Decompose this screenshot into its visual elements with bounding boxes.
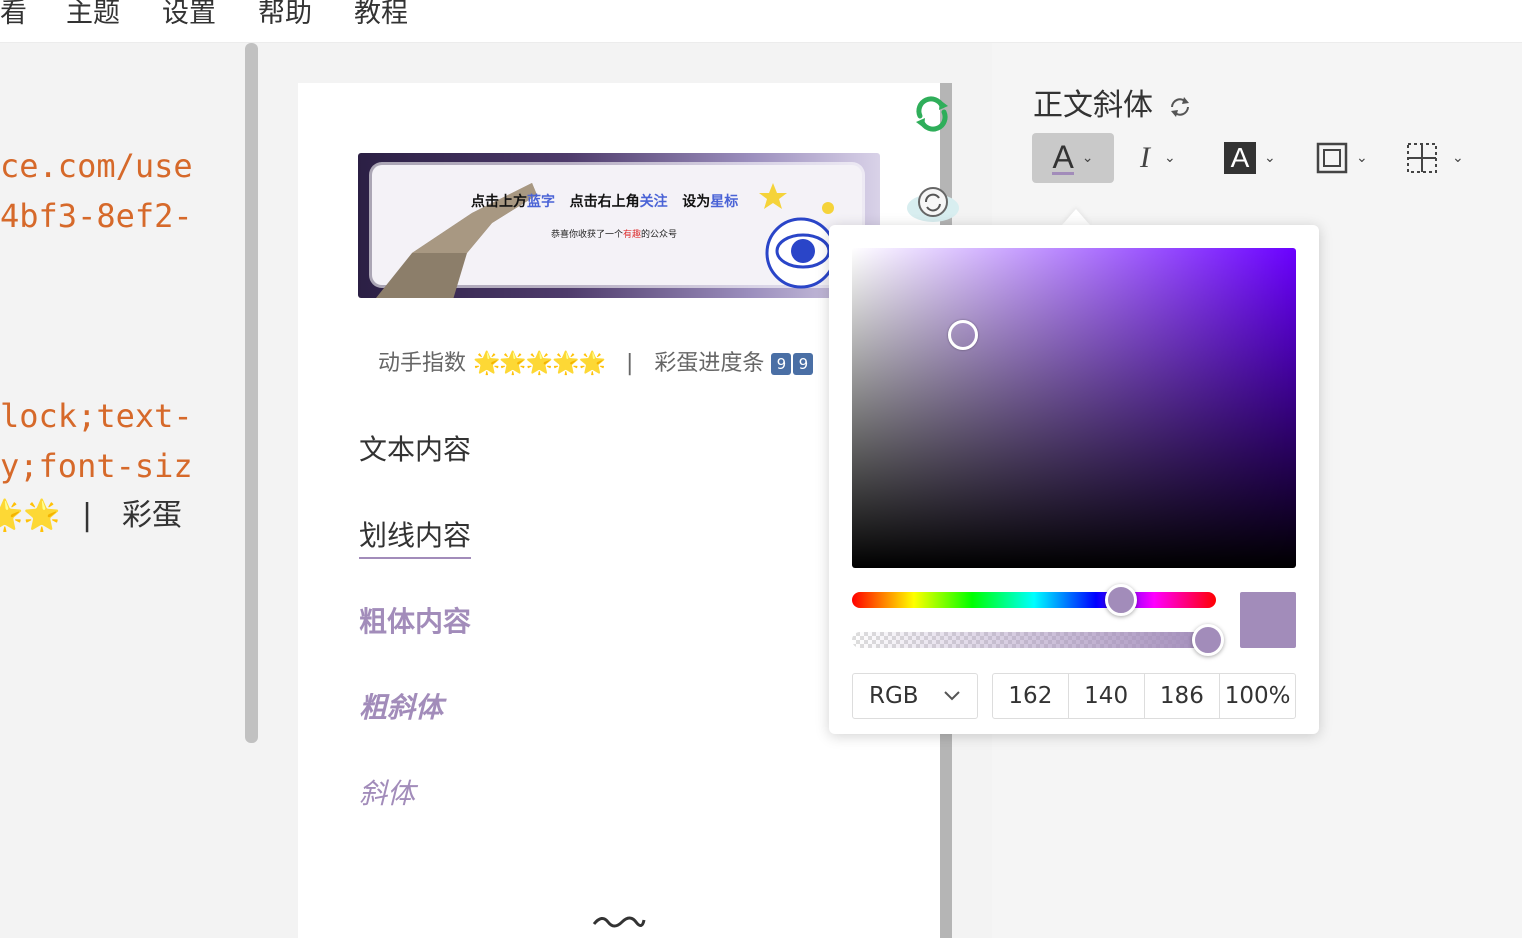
banner-subtitle: 恭喜你收获了一个有趣的公众号 bbox=[551, 230, 678, 240]
menu-item-tutorial[interactable]: 教程 bbox=[354, 0, 408, 28]
border-icon bbox=[1316, 142, 1348, 174]
info-separator: | bbox=[625, 351, 634, 376]
refresh-icon[interactable] bbox=[1167, 94, 1193, 120]
background-color-button[interactable]: A ⌄ bbox=[1224, 133, 1276, 183]
info-line: 动手指数 🌟🌟🌟🌟🌟 | 彩蛋进度条 99 bbox=[378, 345, 814, 377]
chevron-down-icon bbox=[944, 691, 960, 701]
code-editor[interactable]: ce.com/use 4bf3-8ef2- lock;text- y;font-… bbox=[0, 43, 258, 938]
alpha-slider[interactable] bbox=[852, 632, 1216, 648]
sample-text: 文本内容 bbox=[359, 433, 472, 466]
green-value-input[interactable]: 140 bbox=[1067, 674, 1144, 718]
menu-item-view[interactable]: 看 bbox=[0, 0, 27, 28]
color-values: 162 140 186 100% bbox=[992, 673, 1296, 719]
font-color-button[interactable]: A ⌄ bbox=[1032, 133, 1114, 183]
font-color-icon: A bbox=[1052, 138, 1074, 175]
border-button[interactable]: ⌄ bbox=[1316, 133, 1368, 183]
chevron-down-icon: ⌄ bbox=[1081, 150, 1094, 166]
alpha-knob[interactable] bbox=[1192, 624, 1224, 656]
blue-value-input[interactable]: 186 bbox=[1143, 674, 1220, 718]
grid-spacing-icon bbox=[1407, 143, 1437, 173]
editor-scrollbar[interactable] bbox=[245, 43, 258, 743]
color-mode-select[interactable]: RGB bbox=[852, 673, 978, 719]
panel-title: 正文斜体 bbox=[1033, 80, 1193, 124]
picker-arrow bbox=[1062, 209, 1090, 225]
red-value-input[interactable]: 162 bbox=[993, 674, 1068, 718]
progress-label: 彩蛋进度条 bbox=[654, 351, 765, 376]
progress-badge: 9 bbox=[793, 353, 814, 375]
sync-icon[interactable] bbox=[912, 94, 952, 134]
chevron-down-icon: ⌄ bbox=[1164, 150, 1176, 166]
menu-item-help[interactable]: 帮助 bbox=[258, 0, 312, 28]
code-line: 4bf3-8ef2- bbox=[0, 197, 193, 235]
saturation-handle[interactable] bbox=[948, 320, 978, 350]
saturation-value-area[interactable] bbox=[852, 248, 1296, 568]
code-separator: | bbox=[82, 498, 93, 533]
menu-item-theme[interactable]: 主题 bbox=[66, 0, 120, 28]
chevron-down-icon: ⌄ bbox=[1452, 150, 1464, 166]
color-swatch bbox=[1240, 592, 1296, 648]
hue-slider[interactable] bbox=[852, 592, 1216, 608]
sample-italic: 斜体 bbox=[359, 777, 416, 810]
banner-image: 点击上方蓝字 点击右上角关注 设为星标 恭喜你收获了一个有趣的公众号 bbox=[358, 153, 880, 298]
chevron-down-icon: ⌄ bbox=[1356, 150, 1368, 166]
alpha-value-input[interactable]: 100% bbox=[1219, 674, 1295, 718]
sample-bold: 粗体内容 bbox=[359, 605, 472, 638]
difficulty-stars: 🌟🌟🌟🌟🌟 bbox=[473, 351, 606, 376]
sample-underline: 划线内容 bbox=[359, 514, 472, 559]
code-line: y;font-siz bbox=[0, 447, 193, 485]
menu-bar: 看 主题 设置 帮助 教程 bbox=[0, 0, 1522, 43]
code-line: ce.com/use bbox=[0, 147, 193, 185]
background-color-icon: A bbox=[1224, 142, 1256, 174]
italic-button[interactable]: I ⌄ bbox=[1140, 133, 1176, 183]
chevron-down-icon: ⌄ bbox=[1264, 150, 1276, 166]
banner-headline: 点击上方蓝字 点击右上角关注 设为星标 bbox=[471, 194, 739, 210]
italic-icon: I bbox=[1140, 141, 1150, 174]
difficulty-label: 动手指数 bbox=[378, 351, 467, 376]
code-text: 彩蛋 bbox=[122, 498, 182, 533]
spacing-button[interactable]: ⌄ bbox=[1406, 133, 1464, 183]
sample-bold-italic: 粗斜体 bbox=[359, 691, 444, 724]
squiggle-divider-icon bbox=[592, 916, 646, 928]
cloud-sync-icon[interactable] bbox=[902, 180, 964, 226]
menu-item-settings[interactable]: 设置 bbox=[162, 0, 216, 28]
code-line: lock;text- bbox=[0, 397, 193, 435]
code-stars: 🌟🌟 bbox=[0, 498, 61, 533]
progress-badge: 9 bbox=[771, 353, 792, 375]
color-mode-label: RGB bbox=[869, 683, 919, 709]
